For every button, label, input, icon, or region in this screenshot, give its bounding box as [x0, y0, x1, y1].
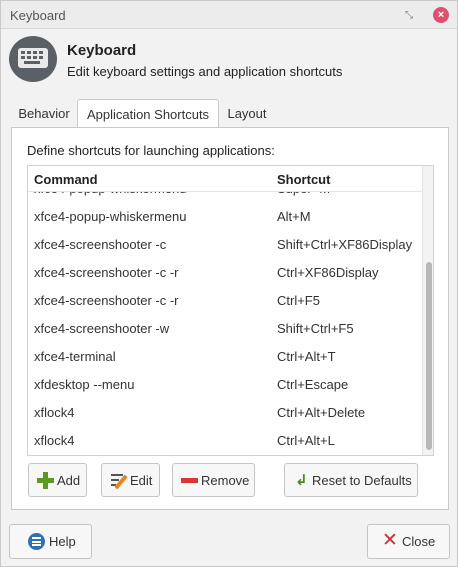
- tab-bar: Behavior Application Shortcuts Layout: [11, 99, 451, 128]
- tab-behavior[interactable]: Behavior: [11, 99, 77, 127]
- shortcut-cell: Ctrl+Alt+L: [277, 433, 335, 448]
- close-icon: ✕: [382, 530, 398, 551]
- command-cell: xfdesktop --menu: [34, 377, 135, 392]
- titlebar[interactable]: Keyboard ⤡ ×: [1, 1, 457, 29]
- table-row[interactable]: xflock4 Ctrl+Alt+Delete: [28, 398, 422, 426]
- close-window-icon[interactable]: ×: [433, 7, 449, 23]
- column-header-command[interactable]: Command: [34, 172, 98, 187]
- scrollbar-thumb[interactable]: [426, 262, 432, 450]
- panel-description: Define shortcuts for launching applicati…: [27, 143, 275, 158]
- plus-icon: [37, 472, 54, 489]
- table-row[interactable]: xfdesktop --menu Ctrl+Escape: [28, 370, 422, 398]
- remove-button[interactable]: Remove: [172, 463, 255, 497]
- remove-button-label: Remove: [201, 473, 250, 488]
- undo-arrow-icon: ↲: [295, 472, 308, 489]
- dialog-header: Keyboard Edit keyboard settings and appl…: [1, 30, 457, 90]
- table-row[interactable]: xfce4-screenshooter -c -r Ctrl+F5: [28, 286, 422, 314]
- help-icon: [28, 533, 45, 550]
- command-cell: xfce4-terminal: [34, 349, 116, 364]
- shortcut-cell: Ctrl+Alt+Delete: [277, 405, 366, 420]
- shortcut-cell: Shift+Ctrl+XF86Display: [277, 237, 413, 252]
- minus-icon: [181, 478, 198, 483]
- keyboard-icon: [9, 36, 57, 82]
- shortcut-cell: Shift+Ctrl+F5: [277, 321, 354, 336]
- add-button[interactable]: Add: [28, 463, 87, 497]
- window-title: Keyboard: [10, 8, 66, 23]
- command-cell: xfce4-popup-whiskermenu: [34, 209, 187, 224]
- shortcuts-rows: xfce4-popup-whiskermenuSuper+M xfce4-pop…: [28, 174, 422, 454]
- shortcut-cell: Ctrl+Alt+T: [277, 349, 336, 364]
- keyboard-settings-window: Keyboard ⤡ × Keyboard Edit keyboard sett…: [0, 0, 458, 567]
- command-cell: xflock4: [34, 433, 75, 448]
- shortcut-cell: Ctrl+Escape: [277, 377, 349, 392]
- application-shortcuts-panel: Define shortcuts for launching applicati…: [11, 127, 449, 510]
- edit-button-label: Edit: [130, 473, 153, 488]
- command-cell: xfce4-screenshooter -c: [34, 237, 167, 252]
- table-row[interactable]: xfce4-screenshooter -c Shift+Ctrl+XF86Dis…: [28, 230, 422, 258]
- reset-to-defaults-button[interactable]: ↲ Reset to Defaults: [284, 463, 418, 497]
- page-title: Keyboard: [67, 42, 137, 59]
- vertical-scrollbar[interactable]: [422, 166, 433, 455]
- close-button-label: Close: [402, 534, 436, 549]
- reset-button-label: Reset to Defaults: [312, 473, 412, 488]
- close-button[interactable]: ✕ Close: [367, 524, 450, 559]
- shortcut-cell: Ctrl+F5: [277, 293, 320, 308]
- shortcuts-table[interactable]: xfce4-popup-whiskermenuSuper+M xfce4-pop…: [27, 165, 434, 456]
- help-button[interactable]: Help: [9, 524, 92, 559]
- table-row[interactable]: xfce4-popup-whiskermenu Alt+M: [28, 202, 422, 230]
- tab-application-shortcuts[interactable]: Application Shortcuts: [77, 99, 219, 128]
- help-button-label: Help: [49, 534, 76, 549]
- table-row[interactable]: xfce4-terminal Ctrl+Alt+T: [28, 342, 422, 370]
- shortcut-cell: Ctrl+XF86Display: [277, 265, 379, 280]
- tab-layout[interactable]: Layout: [221, 99, 273, 127]
- command-cell: xfce4-screenshooter -c -r: [34, 265, 179, 280]
- command-cell: xfce4-screenshooter -c -r: [34, 293, 179, 308]
- command-cell: xflock4: [34, 405, 75, 420]
- restore-icon[interactable]: ⤡: [403, 10, 415, 22]
- table-row[interactable]: xflock4 Ctrl+Alt+L: [28, 426, 422, 454]
- command-cell: xfce4-screenshooter -w: [34, 321, 170, 336]
- add-button-label: Add: [57, 473, 81, 488]
- shortcut-cell: Alt+M: [277, 209, 311, 224]
- edit-icon: [111, 472, 128, 490]
- table-row[interactable]: xfce4-screenshooter -w Shift+Ctrl+F5: [28, 314, 422, 342]
- table-header: Command Shortcut: [28, 166, 422, 192]
- table-row[interactable]: xfce4-screenshooter -c -r Ctrl+XF86Displa…: [28, 258, 422, 286]
- page-subtitle: Edit keyboard settings and application s…: [67, 64, 343, 79]
- edit-button[interactable]: Edit: [101, 463, 160, 497]
- column-header-shortcut[interactable]: Shortcut: [277, 172, 330, 187]
